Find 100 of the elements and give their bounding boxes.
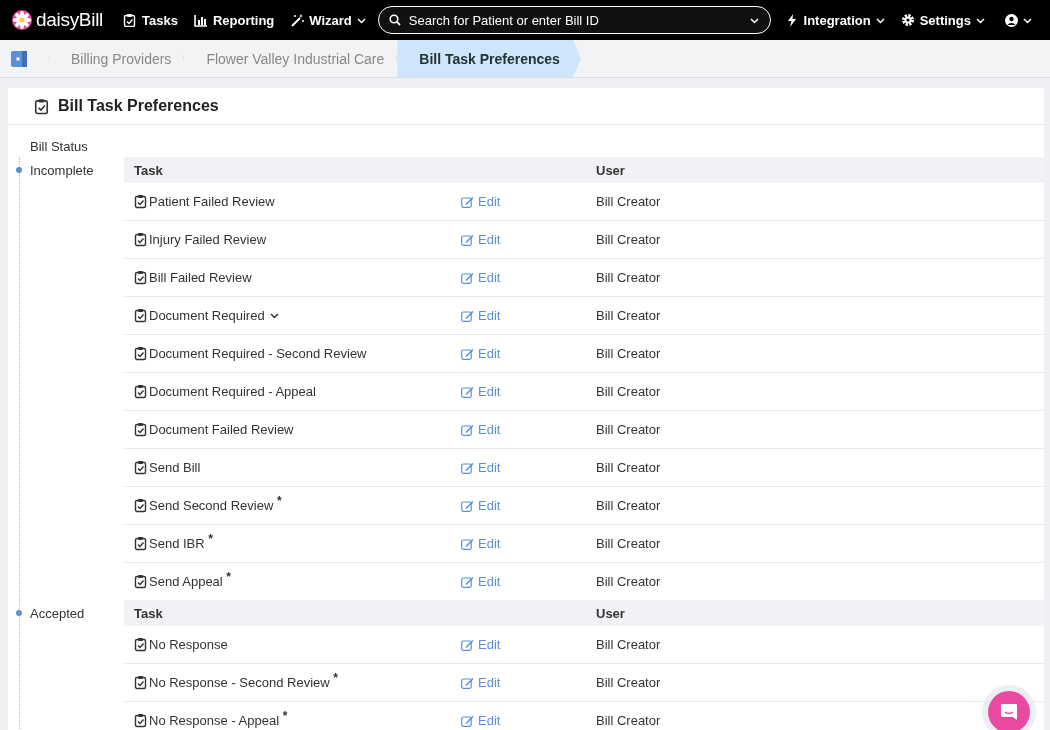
clipboard-check-icon [134,675,147,690]
edit-link[interactable]: Edit [461,384,501,399]
table-cell-text: Bill Creator [595,637,662,652]
chat-bubble-icon [1000,703,1018,721]
table-cell-text: Bill Creator [595,308,662,323]
address-book-icon [10,49,28,68]
nav-link[interactable]: Settings [892,12,993,28]
clipboard-check-icon [134,498,147,513]
clipboard-check-icon [34,97,50,115]
task-name: Bill Failed Review [149,270,252,285]
breadcrumb-link[interactable]: Bill Task Preferences [397,40,581,77]
nav-link[interactable]: Integration [776,12,893,28]
edit-link[interactable]: Edit [461,308,501,323]
bar-chart-icon [193,13,208,27]
edit-icon [461,385,474,398]
settings-icon [900,13,915,27]
clipboard-check-icon [134,194,147,209]
search-field[interactable]: Search for Patient or enter Bill ID [408,12,742,28]
chevron-down-icon [1023,16,1032,24]
edit-icon [461,499,474,512]
table-cell-text: Bill Creator [595,346,662,361]
clipboard-check-icon [134,460,147,475]
edit-link[interactable]: Edit [461,194,501,209]
clipboard-check-icon [134,637,147,652]
edit-icon [461,271,474,284]
clipboard-check-icon [134,346,147,361]
task-name: Document Required [149,308,265,323]
edit-icon [461,638,474,651]
clipboard-check-icon [134,308,147,323]
edit-link[interactable]: Edit [461,713,501,728]
clipboard-check-icon [134,270,147,285]
logo-text[interactable]: daisyBill [36,9,103,31]
table-cell-text: Bill Creator [595,422,662,437]
task-name: Document Required - Second Review [149,346,367,361]
edit-link[interactable]: Edit [461,460,501,475]
breadcrumb-link[interactable]: Billing Providers [49,40,185,77]
breadcrumb-link[interactable]: Flower Valley Industrial Care [184,40,398,77]
column-header: User [595,605,626,621]
edit-link[interactable]: Edit [461,270,501,285]
nav-link[interactable]: Reporting [185,12,283,28]
edit-link[interactable]: Edit [461,675,501,690]
column-heading: Bill Status [29,139,89,154]
edit-link[interactable]: Edit [461,232,501,247]
chevron-down-icon [875,16,885,24]
edit-icon [461,714,474,727]
edit-icon [461,575,474,588]
clipboard-check-icon [134,574,147,589]
table-cell-text: Bill Creator [595,574,662,589]
user-circle-icon [1005,13,1018,27]
clipboard-check-icon [134,384,147,399]
clipboard-check-icon [134,713,147,728]
chevron-down-icon [749,16,760,24]
task-name: Document Failed Review [149,422,294,437]
task-name: Patient Failed Review [149,194,275,209]
clipboard-check-icon [134,232,147,247]
edit-link[interactable]: Edit [461,637,501,652]
chevron-down-icon [976,16,985,24]
task-name: No Response [149,637,228,652]
edit-icon [461,461,474,474]
table-cell-text: Bill Creator [595,270,662,285]
task-name: Injury Failed Review [149,232,267,247]
bullet-dot-icon [16,610,22,616]
magic-wand-icon [290,13,305,27]
edit-link[interactable]: Edit [461,346,501,361]
edit-link[interactable]: Edit [461,422,501,437]
nav-link[interactable]: Tasks [115,12,186,28]
edit-link[interactable]: Edit [461,498,501,513]
edit-link[interactable]: Edit [461,536,501,551]
nav-link[interactable]: Wizard [282,12,374,28]
table-cell-text: Bill Creator [595,384,662,399]
edit-icon [461,309,474,322]
clipboard-check-icon [134,536,147,551]
status-label: Accepted [30,605,85,621]
edit-link[interactable]: Edit [461,574,501,589]
edit-icon [461,537,474,550]
column-header: Task [133,605,164,621]
clipboard-check-icon [134,422,147,437]
bullet-dot-icon [16,167,22,173]
edit-icon [461,233,474,246]
status-label: Incomplete [30,162,94,178]
table-cell-text: Bill Creator [595,713,662,728]
edit-icon [461,676,474,689]
page-title: Bill Task Preferences [58,97,219,115]
table-cell-text: Bill Creator [595,460,662,475]
table-cell-text: Bill Creator [595,675,662,690]
clipboard-icon [123,13,137,27]
table-cell-text: Bill Creator [595,232,662,247]
task-name: Document Required - Appeal [149,384,316,399]
table-cell-text: Bill Creator [595,194,662,209]
edit-icon [461,195,474,208]
column-header: User [595,162,626,178]
table-cell-text: Bill Creator [595,498,662,513]
task-name: Send Bill [149,460,201,475]
search-field[interactable]: Search for Patient or enter Bill ID [377,6,771,34]
edit-icon [461,423,474,436]
edit-icon [461,347,474,360]
search-icon [388,14,401,26]
column-header: Task [133,162,164,178]
table-cell-text: Bill Creator [595,536,662,551]
flower-logo-icon [12,10,32,30]
